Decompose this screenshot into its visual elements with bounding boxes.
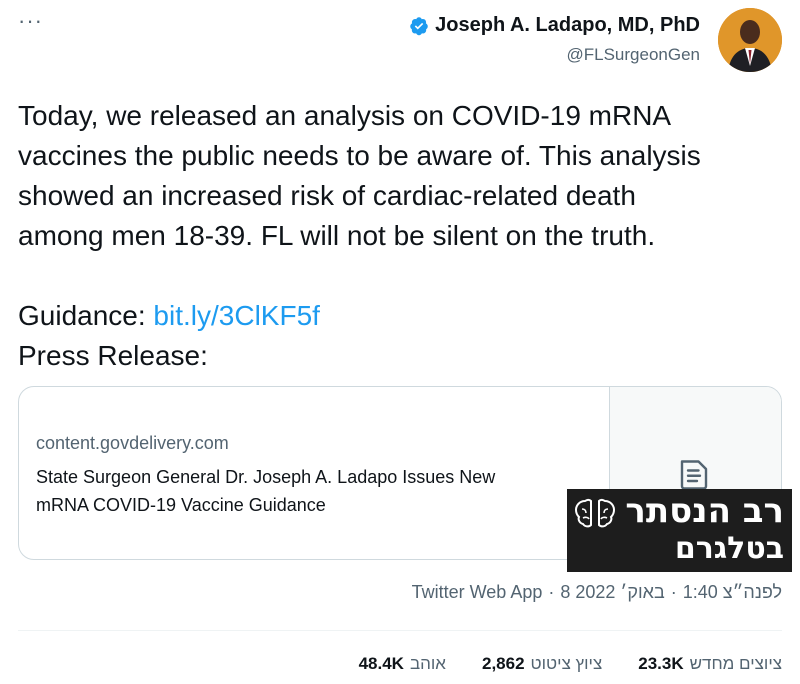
tweet-line: among men 18-39. FL will not be silent o… [18, 220, 656, 251]
quotes-label: ציוץ ציטוט [530, 654, 603, 673]
likes-count: 48.4K [358, 654, 404, 673]
author-name[interactable]: Joseph A. Ladapo, MD, PhD [435, 14, 700, 37]
brain-icon [574, 498, 616, 528]
verified-badge-icon [410, 16, 428, 35]
card-title: State Surgeon General Dr. Joseph A. Lada… [36, 463, 596, 519]
retweets-label: ציוצים מחדש [689, 654, 782, 673]
divider [18, 630, 782, 631]
channel-watermark-overlay: רב הנסתר בטלגרם [567, 489, 792, 572]
quotes-stat[interactable]: 2,862 ציוץ ציטוט [482, 654, 602, 674]
author-name-row: Joseph A. Ladapo, MD, PhD [409, 14, 700, 37]
press-release-label: Press Release: [18, 340, 208, 371]
engagement-stats: 48.4K אוהב 2,862 ציוץ ציטוט 23.3K ציוצים… [359, 654, 782, 674]
document-icon [680, 460, 708, 490]
card-title-line: State Surgeon General Dr. Joseph A. Lada… [36, 467, 496, 487]
guidance-label: Guidance: [18, 300, 146, 331]
tweet-metadata: Twitter Web App · 8 באוק׳ 2022 · 1:40 לפ… [412, 582, 782, 603]
meta-separator: · [548, 582, 555, 602]
tweet-date[interactable]: 8 באוק׳ 2022 [560, 582, 664, 603]
tweet-line: showed an increased risk of cardiac-rela… [18, 180, 636, 211]
avatar[interactable] [718, 8, 782, 72]
card-title-line: mRNA COVID-19 Vaccine Guidance [36, 495, 326, 515]
guidance-link[interactable]: bit.ly/3ClKF5f [153, 300, 320, 331]
tweet-line: Today, we released an analysis on COVID-… [18, 100, 672, 131]
retweets-stat[interactable]: 23.3K ציוצים מחדש [638, 654, 782, 674]
card-domain: content.govdelivery.com [36, 433, 229, 453]
likes-stat[interactable]: 48.4K אוהב [359, 654, 446, 674]
guidance-line: Guidance: bit.ly/3ClKF5f [18, 296, 788, 336]
avatar-portrait-image [718, 8, 782, 72]
meta-separator: · [670, 582, 677, 602]
tweet-time[interactable]: 1:40 לפנה״צ [683, 582, 782, 603]
likes-label: אוהב [409, 654, 446, 673]
tweet-body: Today, we released an analysis on COVID-… [18, 96, 788, 376]
tweet-source[interactable]: Twitter Web App [412, 582, 543, 603]
more-options-button[interactable]: ··· [18, 8, 43, 34]
author-handle[interactable]: @FLSurgeonGen [409, 45, 700, 65]
quotes-count: 2,862 [482, 654, 525, 673]
watermark-line1: רב הנסתר [625, 491, 784, 531]
retweets-count: 23.3K [638, 654, 684, 673]
card-text-area[interactable]: content.govdelivery.com State Surgeon Ge… [19, 387, 609, 559]
watermark-line2: בטלגרם [674, 531, 784, 566]
author-block[interactable]: Joseph A. Ladapo, MD, PhD @FLSurgeonGen [409, 14, 700, 65]
tweet-line: vaccines the public needs to be aware of… [18, 140, 701, 171]
